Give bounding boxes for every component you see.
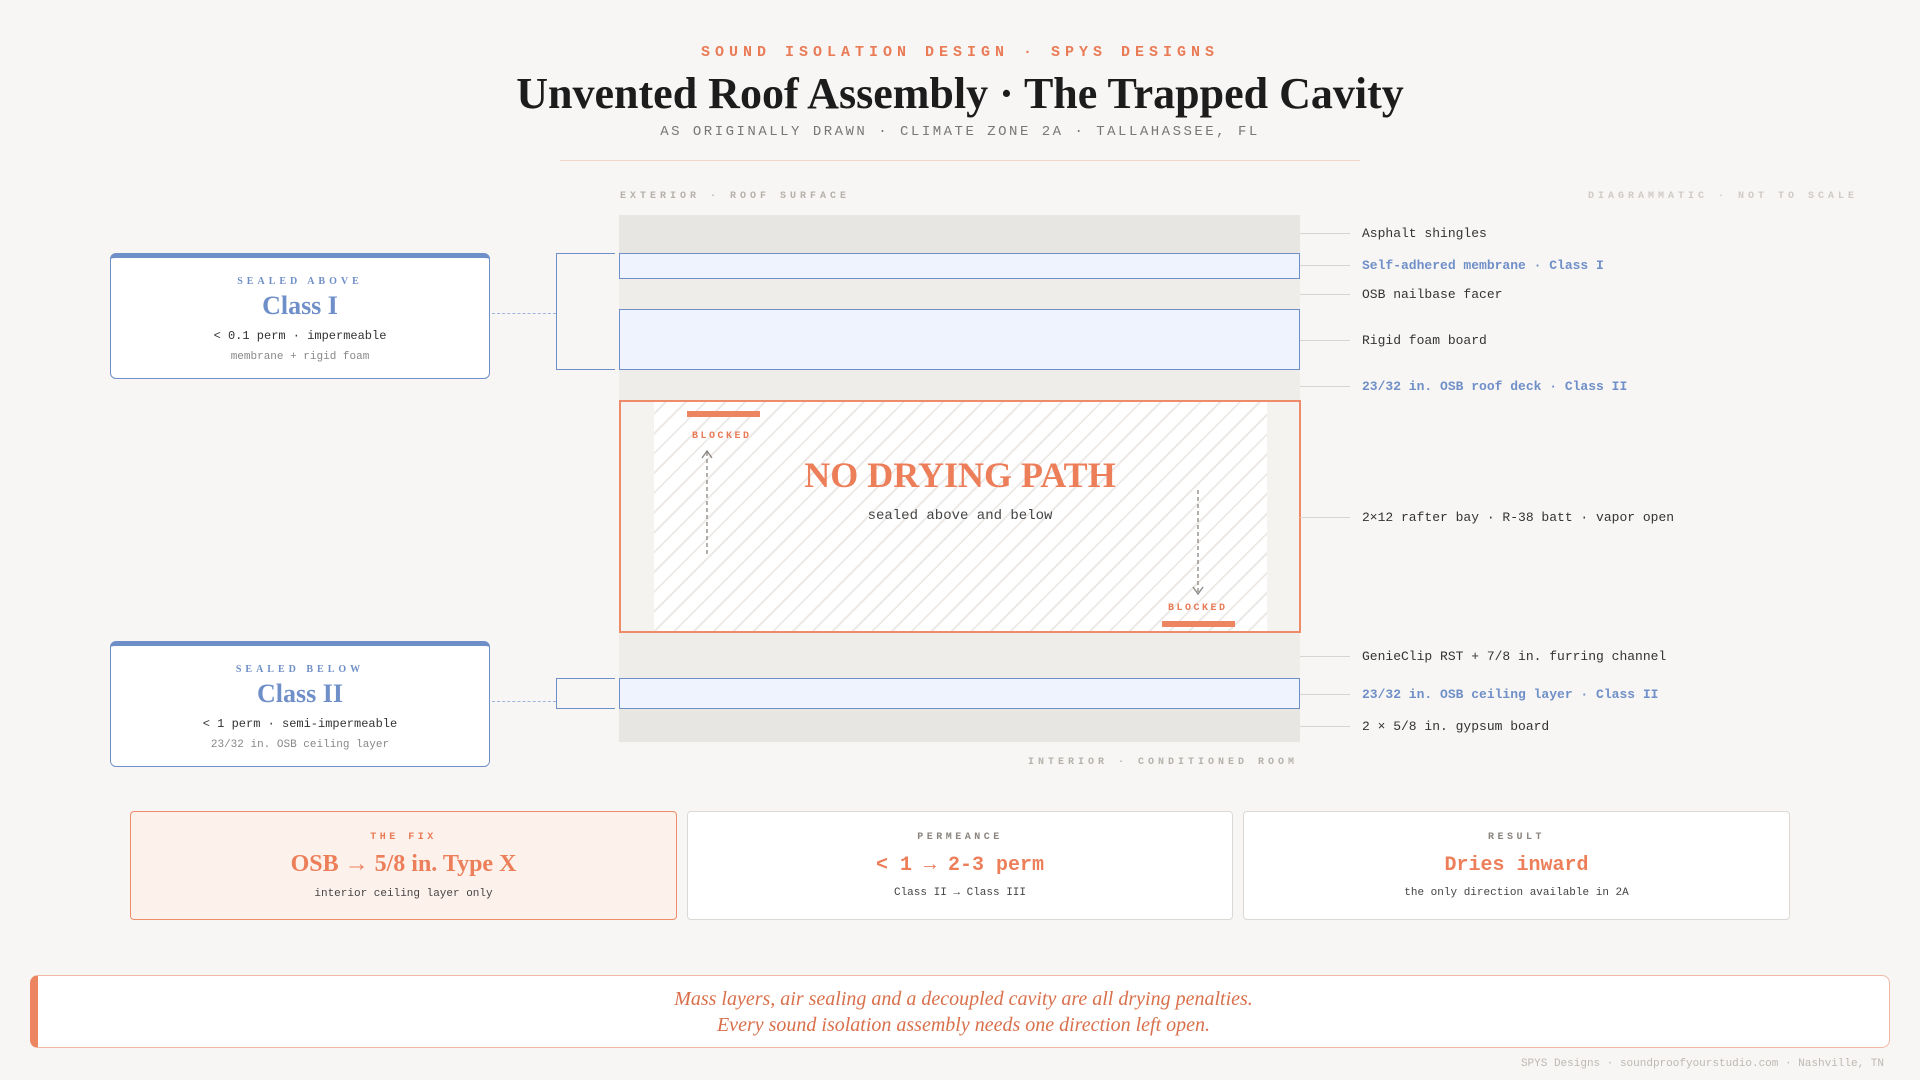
stat-permeance: PERMEANCE < 1 → 2-3 perm Class II → Clas… [687, 811, 1233, 920]
stat-kicker: RESULT [1487, 832, 1545, 843]
layer-rigid-foam [619, 309, 1300, 370]
interior-label: INTERIOR · CONDITIONED ROOM [1027, 757, 1298, 768]
leader-line [1300, 340, 1350, 341]
header-divider [560, 160, 1360, 161]
leader-line [1300, 386, 1350, 387]
blocked-bottom-bar [1162, 621, 1235, 627]
stat-sub: interior ceiling layer only [314, 888, 493, 900]
card-sealed-above: SEALED ABOVE Class I < 0.1 perm · imperm… [110, 253, 490, 379]
arrow-down-icon [1192, 490, 1204, 596]
quote-line-2: Every sound isolation assembly needs one… [716, 1014, 1211, 1036]
label-asphalt-shingles: Asphalt shingles [1362, 226, 1487, 241]
card-perm: < 0.1 perm · impermeable [213, 329, 387, 343]
layer-osb-ceiling [619, 678, 1300, 709]
card-kicker: SEALED BELOW [235, 664, 365, 675]
connector-above [492, 313, 556, 314]
blocked-top-bar [687, 411, 760, 417]
label-self-adhered-membrane: Self-adhered membrane · Class I [1362, 258, 1604, 273]
connector-below [492, 701, 556, 702]
stat-kicker: PERMEANCE [917, 832, 1003, 843]
label-rigid-foam: Rigid foam board [1362, 333, 1487, 348]
layer-osb-nailbase [619, 279, 1300, 309]
label-rafter-bay: 2×12 rafter bay · R-38 batt · vapor open [1362, 510, 1675, 525]
stat-sub: the only direction available in 2A [1404, 887, 1629, 899]
blocked-top-label: BLOCKED [692, 431, 752, 442]
leader-line [1300, 517, 1350, 518]
leader-line [1300, 694, 1350, 695]
blocked-bottom-label: BLOCKED [1168, 603, 1228, 614]
exterior-label: EXTERIOR · ROOF SURFACE [620, 191, 851, 202]
stat-kicker: THE FIX [370, 832, 437, 843]
layer-self-adhered-membrane [619, 253, 1300, 279]
card-title: Class II [257, 679, 343, 708]
quote-line-1: Mass layers, air sealing and a decoupled… [674, 988, 1253, 1010]
stat-sub: Class II → Class III [893, 887, 1027, 899]
stat-value: Dries inward [1444, 854, 1589, 877]
leader-line [1300, 294, 1350, 295]
label-osb-roof-deck: 23/32 in. OSB roof deck · Class II [1362, 379, 1628, 394]
footer-credit: SPYS Designs · soundproofyourstudio.com … [1520, 1058, 1884, 1070]
card-perm: < 1 perm · semi-impermeable [202, 717, 398, 731]
leader-line [1300, 656, 1350, 657]
layer-osb-roof-deck [619, 370, 1300, 400]
stat-result: RESULT Dries inward the only direction a… [1243, 811, 1790, 920]
card-note: membrane + rigid foam [230, 351, 370, 363]
label-gypsum-board: 2 × 5/8 in. gypsum board [1362, 719, 1550, 734]
bracket-sealed-below [556, 678, 615, 709]
leader-line [1300, 233, 1350, 234]
page-title: Unvented Roof Assembly · The Trapped Cav… [516, 69, 1404, 118]
header-kicker: SOUND ISOLATION DESIGN · SPYS DESIGNS [700, 44, 1220, 61]
layer-asphalt-shingles [619, 215, 1300, 253]
stat-value: OSB → 5/8 in. Type X [290, 851, 517, 877]
label-osb-nailbase: OSB nailbase facer [1362, 287, 1503, 302]
stat-value: < 1 → 2-3 perm [875, 854, 1045, 877]
layer-genieclip-furring [619, 633, 1300, 678]
card-note: 23/32 in. OSB ceiling layer [210, 739, 390, 751]
layer-gypsum-board [619, 709, 1300, 742]
leader-line [1300, 265, 1350, 266]
stat-the-fix: THE FIX OSB → 5/8 in. Type X interior ce… [130, 811, 677, 920]
scale-note: DIAGRAMMATIC · NOT TO SCALE [1587, 191, 1858, 202]
quote-callout: Mass layers, air sealing and a decoupled… [30, 975, 1890, 1048]
label-genieclip: GenieClip RST + 7/8 in. furring channel [1362, 649, 1667, 664]
leader-line [1300, 726, 1350, 727]
card-kicker: SEALED ABOVE [237, 276, 363, 287]
bracket-sealed-above [556, 253, 615, 370]
label-osb-ceiling: 23/32 in. OSB ceiling layer · Class II [1362, 687, 1659, 702]
card-title: Class I [262, 291, 338, 320]
card-sealed-below: SEALED BELOW Class II < 1 perm · semi-im… [110, 641, 490, 767]
page-subtitle: AS ORIGINALLY DRAWN · CLIMATE ZONE 2A · … [660, 124, 1260, 140]
rafter-cavity: BLOCKED NO DRYING PATH sealed above and … [619, 400, 1301, 633]
